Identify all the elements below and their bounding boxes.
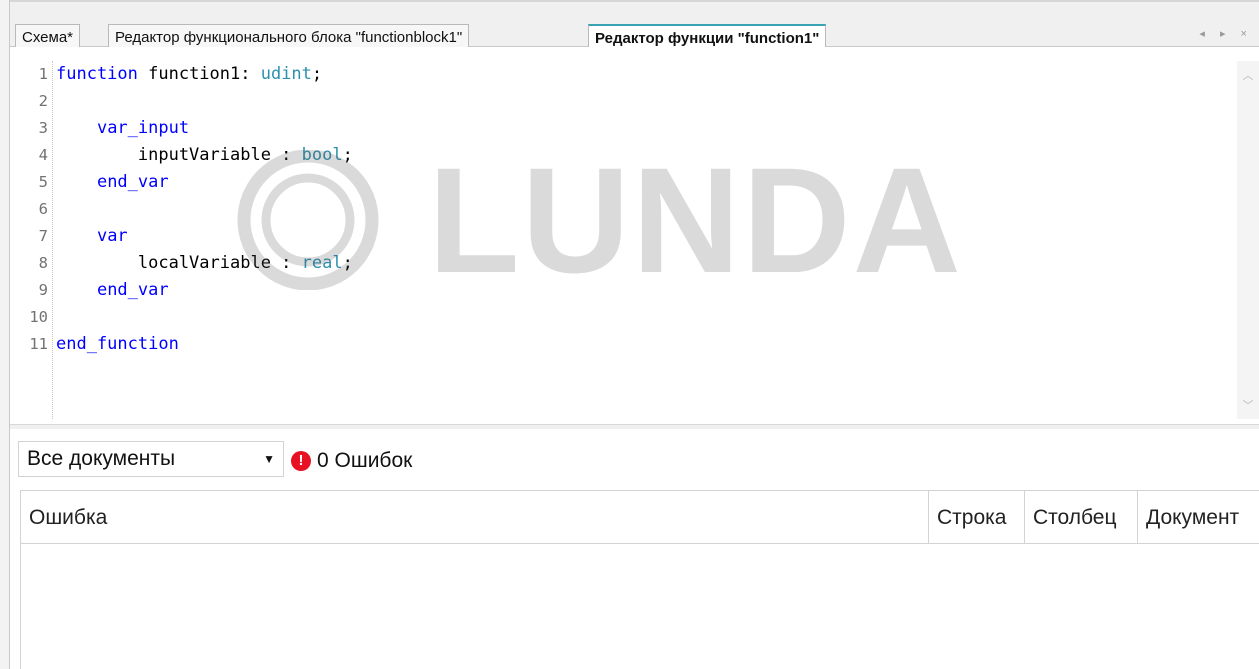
line-number: 7 <box>38 227 48 245</box>
column-header-line[interactable]: Строка <box>929 491 1025 544</box>
identifier-token: inputVariable : <box>56 145 302 165</box>
identifier-token: function1: <box>137 64 261 84</box>
error-list-panel: Все документы ▼ ! 0 Ошибок Ошибка Строка… <box>10 425 1259 669</box>
column-header-document[interactable]: Документ <box>1138 491 1259 544</box>
line-number: 5 <box>38 173 48 191</box>
keyword-token: var <box>96 226 128 246</box>
code-line[interactable] <box>56 196 1206 223</box>
identifier-token <box>56 226 97 246</box>
column-header-error[interactable]: Ошибка <box>21 491 929 544</box>
left-edge-panel <box>0 0 10 669</box>
keyword-token: end_function <box>56 334 179 354</box>
type-token: real <box>301 253 343 273</box>
code-line[interactable]: function function1: udint; <box>56 61 1206 88</box>
line-number: 3 <box>38 119 48 137</box>
code-text-area[interactable]: function function1: udint; var_input inp… <box>56 61 1206 358</box>
code-line[interactable] <box>56 304 1206 331</box>
code-line[interactable]: end_var <box>56 277 1206 304</box>
keyword-token: end_var <box>96 280 169 300</box>
scroll-down-icon[interactable]: ﹀ <box>1237 397 1259 413</box>
editor-vertical-scrollbar[interactable]: ︿ ﹀ <box>1237 61 1259 419</box>
line-number: 6 <box>38 200 48 218</box>
line-number: 9 <box>38 281 48 299</box>
error-count-label[interactable]: 0 Ошибок <box>317 446 412 476</box>
code-line[interactable]: inputVariable : bool; <box>56 142 1206 169</box>
keyword-token: var_input <box>96 118 190 138</box>
tab-schema[interactable]: Схема* <box>15 24 80 49</box>
keyword-token: function <box>56 64 138 84</box>
gutter-separator <box>52 61 53 419</box>
identifier-token <box>56 118 97 138</box>
line-number-gutter: 1 2 3 4 5 6 7 8 9 10 11 <box>10 61 52 358</box>
code-line[interactable]: var <box>56 223 1206 250</box>
document-filter-dropdown[interactable]: Все документы ▼ <box>18 441 284 477</box>
document-filter-value: Все документы <box>27 447 176 470</box>
identifier-token: ; <box>342 145 353 165</box>
tab-navigation-arrows[interactable]: ◂ ▸ × <box>1199 27 1253 40</box>
column-header-column[interactable]: Столбец <box>1025 491 1138 544</box>
identifier-token <box>56 172 97 192</box>
error-table: Ошибка Строка Столбец Документ <box>20 490 1259 669</box>
keyword-token: end_var <box>96 172 169 192</box>
code-line[interactable] <box>56 88 1206 115</box>
line-number: 2 <box>38 92 48 110</box>
code-line[interactable]: end_var <box>56 169 1206 196</box>
code-editor[interactable]: 1 2 3 4 5 6 7 8 9 10 11 function function1: udint;… <box>10 47 1259 425</box>
identifier-token: ; <box>342 253 353 273</box>
identifier-token: localVariable : <box>56 253 302 273</box>
line-number: 1 <box>38 65 48 83</box>
identifier-token: ; <box>311 64 323 84</box>
code-line[interactable]: end_function <box>56 331 1206 358</box>
line-number: 4 <box>38 146 48 164</box>
error-table-header: Ошибка Строка Столбец Документ <box>21 491 1259 544</box>
type-token: udint <box>260 64 312 84</box>
line-number: 11 <box>29 335 48 353</box>
type-token: bool <box>301 145 343 165</box>
line-number: 10 <box>29 308 48 326</box>
identifier-token <box>56 280 97 300</box>
code-line[interactable]: localVariable : real; <box>56 250 1206 277</box>
error-icon[interactable]: ! <box>291 451 311 471</box>
tab-functionblock-editor[interactable]: Редактор функционального блока "function… <box>108 24 470 49</box>
document-tab-strip: Схема* Редактор функционального блока "f… <box>10 0 1259 50</box>
code-line[interactable]: var_input <box>56 115 1206 142</box>
line-number: 8 <box>38 254 48 272</box>
chevron-down-icon: ▼ <box>263 452 275 466</box>
scroll-up-icon[interactable]: ︿ <box>1237 67 1259 83</box>
